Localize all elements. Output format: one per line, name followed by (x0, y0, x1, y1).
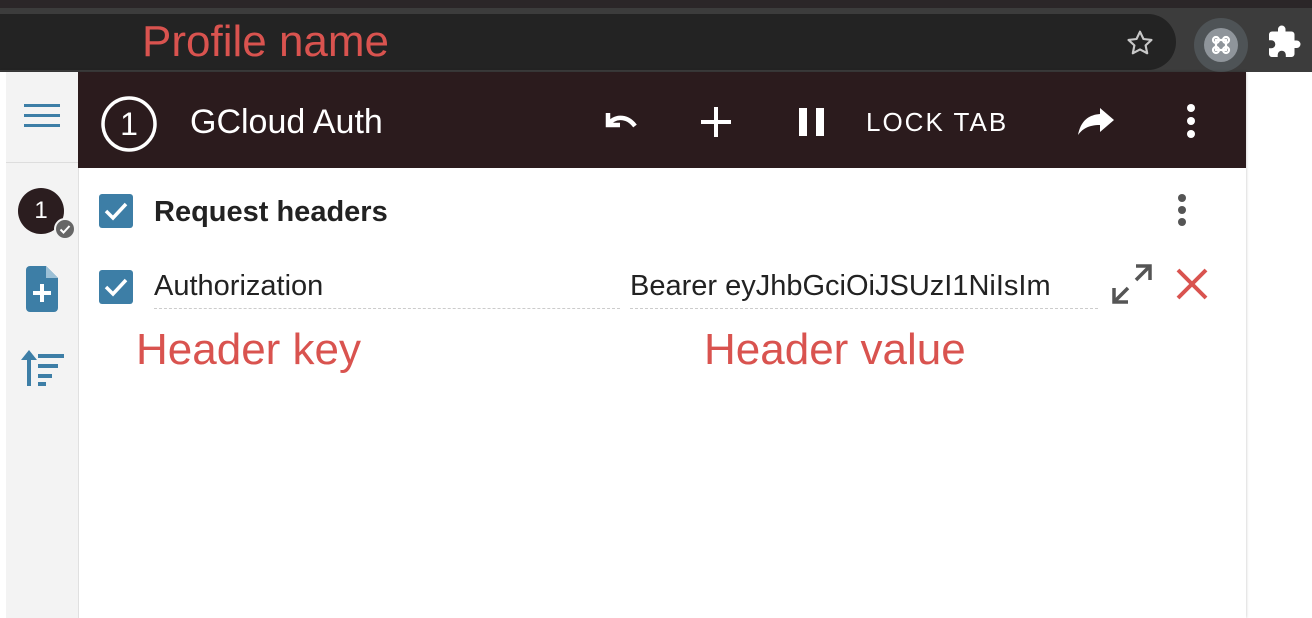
undo-icon[interactable] (596, 98, 644, 146)
star-icon[interactable] (1124, 27, 1156, 59)
profile-title[interactable]: GCloud Auth (190, 100, 383, 144)
add-file-icon[interactable] (24, 266, 60, 312)
modheader-icon (1204, 28, 1238, 62)
request-headers-checkbox[interactable] (99, 194, 133, 228)
plus-icon[interactable] (692, 98, 740, 146)
section-more-icon[interactable] (1164, 188, 1200, 232)
header-row-checkbox[interactable] (99, 270, 133, 304)
more-vert-icon[interactable] (1166, 96, 1216, 146)
annotation-profile-name: Profile name (142, 17, 390, 66)
profile-number: 1 (120, 106, 138, 142)
header-key-value: Authorization (154, 270, 324, 302)
annotation-header-value: Header value (704, 325, 966, 374)
section-title: Request headers (154, 196, 388, 228)
window-top-strip (0, 0, 1312, 8)
annotation-header-key: Header key (136, 325, 362, 374)
profile-number-icon[interactable]: 1 (100, 95, 158, 153)
sort-icon[interactable] (20, 348, 66, 390)
page-background (1245, 72, 1312, 618)
pause-icon[interactable] (788, 98, 836, 146)
expand-icon[interactable] (1110, 262, 1154, 306)
sidebar (6, 72, 79, 618)
header-value-text: Bearer eyJhbGciOiJSUzI1NiIsIm (630, 270, 1051, 302)
share-icon[interactable] (1072, 98, 1120, 146)
sidebar-divider (6, 162, 78, 163)
hamburger-icon[interactable] (22, 98, 62, 134)
puzzle-icon[interactable] (1266, 24, 1302, 60)
header-key-field[interactable]: Authorization (154, 262, 620, 309)
close-icon[interactable] (1170, 262, 1214, 306)
active-check-icon (54, 218, 76, 240)
header-value-field[interactable]: Bearer eyJhbGciOiJSUzI1NiIsIm (630, 262, 1098, 309)
lock-tab-button[interactable]: LOCK TAB (866, 100, 1008, 144)
